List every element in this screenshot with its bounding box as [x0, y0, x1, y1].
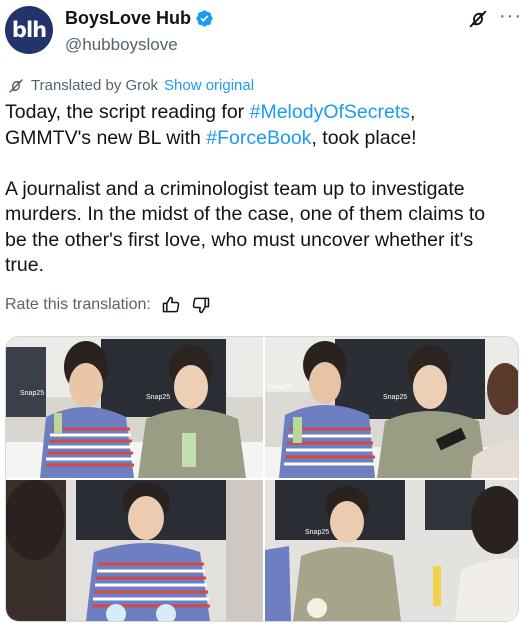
show-original-link[interactable]: Show original — [164, 76, 254, 96]
poster-text: Snap25 — [305, 529, 329, 536]
hashtag-melodyofsecrets[interactable]: #MelodyOfSecrets — [250, 101, 410, 123]
translation-notice: Translated by Grok Show original — [7, 76, 254, 96]
translated-by-label: Translated by Grok — [31, 77, 158, 94]
photo-3-image — [6, 480, 263, 621]
thumbs-up-icon[interactable] — [161, 295, 181, 315]
author-handle[interactable]: @hubboyslove — [65, 33, 214, 57]
tweet-text-segment: , — [410, 101, 416, 123]
poster-text: Snap25 — [146, 394, 170, 401]
poster-text: Snap25 — [20, 390, 44, 397]
author-names: BoysLove Hub @hubboyslove — [65, 6, 214, 57]
media-photo-3[interactable] — [6, 480, 263, 621]
poster-text: Snap25 — [267, 384, 291, 391]
tweet-paragraph-2: A journalist and a criminologist team up… — [5, 177, 486, 277]
photo-1-image: Snap25 Snap25 — [6, 337, 263, 478]
media-grid: Snap25 Snap25 Snap25 Snap25 Snap25 — [5, 336, 519, 622]
rate-translation: Rate this translation: — [5, 294, 211, 316]
thumbs-down-icon[interactable] — [191, 295, 211, 315]
tweet-text: Today, the script reading for #MelodyOfS… — [5, 100, 510, 279]
hashtag-forcebook[interactable]: #ForceBook — [206, 127, 311, 149]
avatar[interactable]: blh — [5, 6, 53, 54]
tweet-text-segment: Today, the script reading for — [5, 101, 250, 123]
verified-badge-icon — [196, 9, 213, 27]
media-photo-1[interactable]: Snap25 Snap25 — [6, 337, 263, 478]
grok-small-icon — [9, 79, 23, 93]
author-display-name[interactable]: BoysLove Hub — [65, 6, 214, 30]
media-photo-2[interactable]: Snap25 Snap25 — [265, 337, 518, 478]
photo-4-image: Snap25 — [265, 480, 518, 621]
grok-icon[interactable] — [467, 8, 489, 30]
tweet-line-2: GMMTV's new BL with #ForceBook, took pla… — [5, 126, 510, 152]
poster-text: Snap25 — [383, 394, 407, 401]
avatar-logo-text: blh — [11, 18, 47, 42]
photo-2-image: Snap25 Snap25 — [265, 337, 518, 478]
display-name-text: BoysLove Hub — [65, 8, 192, 28]
tweet-text-segment: , took place! — [311, 126, 417, 149]
tweet-header: blh BoysLove Hub @hubboyslove ··· — [5, 4, 521, 60]
more-options-button[interactable]: ··· — [499, 6, 522, 26]
media-photo-4[interactable]: Snap25 — [265, 480, 518, 621]
tweet-line-1: Today, the script reading for #MelodyOfS… — [5, 100, 510, 126]
tweet-text-segment: GMMTV's new BL with — [5, 126, 207, 149]
rate-translation-label: Rate this translation: — [5, 296, 151, 313]
